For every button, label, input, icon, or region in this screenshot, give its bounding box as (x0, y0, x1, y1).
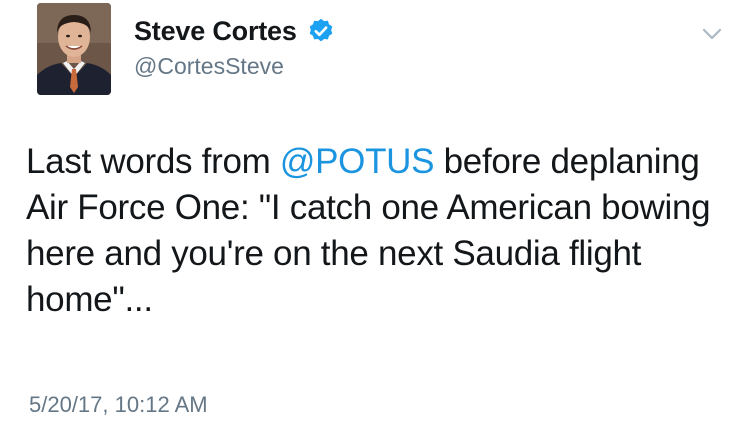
tweet-text-start: Last words from (26, 142, 280, 181)
verified-badge-icon (307, 17, 335, 45)
mention-link[interactable]: @POTUS (280, 142, 435, 181)
tweet-header: Steve Cortes @CortesSteve (134, 13, 335, 80)
name-row: Steve Cortes (134, 13, 335, 49)
chevron-down-icon[interactable] (700, 22, 724, 46)
avatar[interactable] (37, 3, 111, 95)
tweet-text: Last words from @POTUS before deplaning … (26, 139, 726, 323)
avatar-photo (37, 3, 111, 95)
display-name[interactable]: Steve Cortes (134, 16, 297, 47)
tweet-timestamp[interactable]: 5/20/17, 10:12 AM (29, 392, 208, 418)
tweet-card: Steve Cortes @CortesSteve Last words fro… (0, 0, 750, 421)
user-handle[interactable]: @CortesSteve (134, 53, 335, 80)
